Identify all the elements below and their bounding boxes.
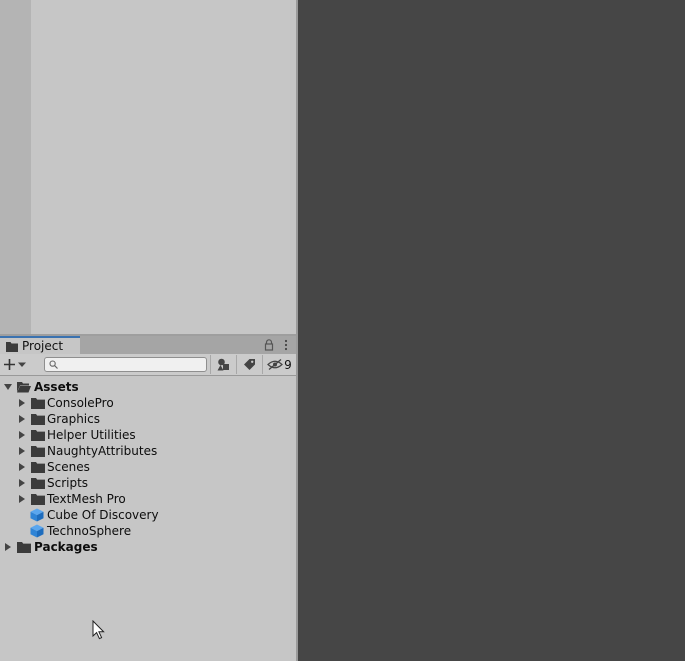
editor-window: Project 9 Assets ConsolePro Graphics Hel… bbox=[0, 0, 685, 661]
tree-item-assets[interactable]: Assets bbox=[0, 379, 296, 395]
tree-item-naughtyattributes[interactable]: NaughtyAttributes bbox=[0, 443, 296, 459]
expand-right-icon[interactable] bbox=[18, 495, 26, 503]
tree-item-label: TechnoSphere bbox=[47, 524, 132, 538]
expand-right-icon[interactable] bbox=[18, 399, 26, 407]
plus-icon bbox=[4, 359, 15, 370]
hidden-packages-count: 9 bbox=[284, 357, 292, 372]
search-field[interactable] bbox=[44, 357, 207, 372]
shapes-icon bbox=[217, 358, 229, 371]
tree-item-scripts[interactable]: Scripts bbox=[0, 475, 296, 491]
tree-item-label: Scripts bbox=[47, 476, 89, 490]
search-by-label-button[interactable] bbox=[236, 355, 262, 374]
tab-project[interactable]: Project bbox=[0, 336, 80, 354]
eye-slash-icon bbox=[267, 359, 284, 370]
tree-item-label: Scenes bbox=[47, 460, 90, 474]
tree-item-label: TextMesh Pro bbox=[47, 492, 126, 506]
expand-right-icon[interactable] bbox=[4, 543, 12, 551]
folder-icon bbox=[31, 446, 45, 457]
project-tree: Assets ConsolePro Graphics Helper Utilit… bbox=[0, 379, 296, 555]
tree-item-label: Packages bbox=[34, 540, 98, 554]
folder-icon bbox=[17, 542, 31, 553]
tree-item-cube-of-discovery[interactable]: Cube Of Discovery bbox=[0, 507, 296, 523]
open-folder-icon bbox=[17, 382, 31, 393]
create-button[interactable] bbox=[3, 356, 35, 373]
folder-icon bbox=[31, 414, 45, 425]
expand-right-icon[interactable] bbox=[18, 447, 26, 455]
folder-icon bbox=[31, 430, 45, 441]
tree-item-scenes[interactable]: Scenes bbox=[0, 459, 296, 475]
hierarchy-gutter bbox=[0, 0, 31, 334]
tree-item-helper-utilities[interactable]: Helper Utilities bbox=[0, 427, 296, 443]
prefab-icon bbox=[30, 524, 44, 538]
kebab-menu-icon[interactable] bbox=[284, 339, 288, 351]
prefab-icon bbox=[30, 508, 44, 522]
expand-right-icon[interactable] bbox=[18, 479, 26, 487]
tree-item-consolepro[interactable]: ConsolePro bbox=[0, 395, 296, 411]
folder-icon bbox=[6, 341, 18, 352]
folder-icon bbox=[31, 462, 45, 473]
expand-right-icon[interactable] bbox=[18, 415, 26, 423]
lock-icon[interactable] bbox=[264, 339, 274, 351]
folder-icon bbox=[31, 478, 45, 489]
tree-item-label: Assets bbox=[34, 380, 79, 394]
project-window: Project 9 Assets ConsolePro Graphics Hel… bbox=[0, 336, 296, 661]
tree-item-label: Graphics bbox=[47, 412, 100, 426]
hierarchy-panel[interactable] bbox=[0, 0, 296, 334]
tree-item-textmesh-pro[interactable]: TextMesh Pro bbox=[0, 491, 296, 507]
search-icon bbox=[49, 360, 58, 369]
search-by-type-button[interactable] bbox=[210, 355, 236, 374]
tab-label: Project bbox=[22, 339, 64, 353]
tree-item-graphics[interactable]: Graphics bbox=[0, 411, 296, 427]
tree-item-label: NaughtyAttributes bbox=[47, 444, 158, 458]
caret-down-icon bbox=[18, 362, 26, 367]
expand-right-icon[interactable] bbox=[18, 463, 26, 471]
expand-right-icon[interactable] bbox=[18, 431, 26, 439]
tree-item-label: ConsolePro bbox=[47, 396, 114, 410]
tag-icon bbox=[244, 359, 255, 370]
mouse-cursor-icon bbox=[92, 620, 105, 640]
tree-item-technosphere[interactable]: TechnoSphere bbox=[0, 523, 296, 539]
folder-icon bbox=[31, 494, 45, 505]
project-tab-bar: Project bbox=[0, 336, 296, 354]
project-toolbar: 9 bbox=[0, 354, 296, 376]
tree-item-packages[interactable]: Packages bbox=[0, 539, 296, 555]
expand-down-icon[interactable] bbox=[4, 383, 12, 391]
tree-item-label: Helper Utilities bbox=[47, 428, 136, 442]
search-input[interactable] bbox=[61, 358, 201, 371]
folder-icon bbox=[31, 398, 45, 409]
scene-view[interactable] bbox=[298, 0, 685, 661]
tree-item-label: Cube Of Discovery bbox=[47, 508, 159, 522]
hidden-packages-toggle[interactable]: 9 bbox=[262, 355, 296, 374]
